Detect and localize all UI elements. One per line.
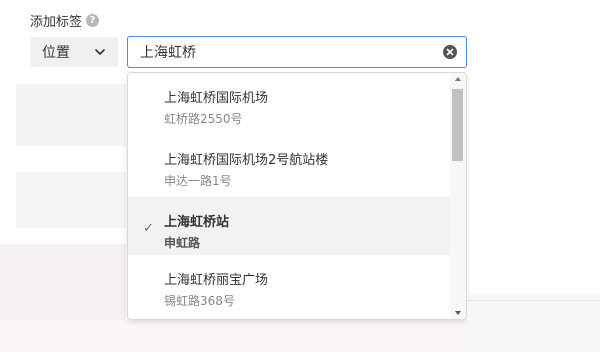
suggestion-name: 上海虹桥国际机场 xyxy=(164,91,269,106)
scrollbar-thumb[interactable] xyxy=(452,89,463,161)
background-block xyxy=(16,172,126,228)
field-label-row: 添加标签 ? xyxy=(30,11,100,30)
checkmark-icon: ✓ xyxy=(143,221,154,236)
location-suggestions-dropdown: 上海虹桥国际机场 虹桥路2550号 上海虹桥国际机场2号航站楼 申达一路1号 ✓… xyxy=(127,72,467,320)
suggestion-name: 上海虹桥丽宝广场 xyxy=(164,273,269,288)
location-search-field xyxy=(127,36,467,68)
scroll-down-arrow-icon[interactable] xyxy=(455,311,461,315)
dropdown-scrollbar[interactable] xyxy=(450,73,466,319)
chevron-down-icon xyxy=(95,49,105,55)
suggestion-address: 申达一路1号 xyxy=(164,174,232,188)
suggestion-address: 申虹路 xyxy=(164,236,201,250)
suggestion-address: 虹桥路2550号 xyxy=(164,112,243,126)
question-circle-icon[interactable]: ? xyxy=(86,14,100,27)
tag-type-select[interactable]: 位置 xyxy=(30,37,118,67)
suggestion-name: 上海虹桥国际机场2号航站楼 xyxy=(164,153,329,168)
suggestion-address: 锡虹路368号 xyxy=(164,294,235,308)
background-block xyxy=(16,84,126,146)
suggestion-option[interactable]: 上海虹桥国际机场2号航站楼 申达一路1号 xyxy=(128,135,451,193)
suggestion-option[interactable]: 上海虹桥国际机场 虹桥路2550号 xyxy=(128,73,451,131)
background-block xyxy=(470,294,600,352)
field-label: 添加标签 xyxy=(30,15,83,30)
tag-type-value: 位置 xyxy=(42,45,70,61)
background-block xyxy=(0,244,126,320)
location-search-input[interactable] xyxy=(128,38,430,66)
suggestion-name: 上海虹桥站 xyxy=(164,215,230,230)
suggestion-option[interactable]: 上海虹桥丽宝广场 锡虹路368号 xyxy=(128,255,451,313)
clear-circle-icon[interactable] xyxy=(443,45,457,59)
suggestion-option-selected[interactable]: ✓ 上海虹桥站 申虹路 xyxy=(128,197,451,255)
scroll-up-arrow-icon[interactable] xyxy=(455,77,461,81)
